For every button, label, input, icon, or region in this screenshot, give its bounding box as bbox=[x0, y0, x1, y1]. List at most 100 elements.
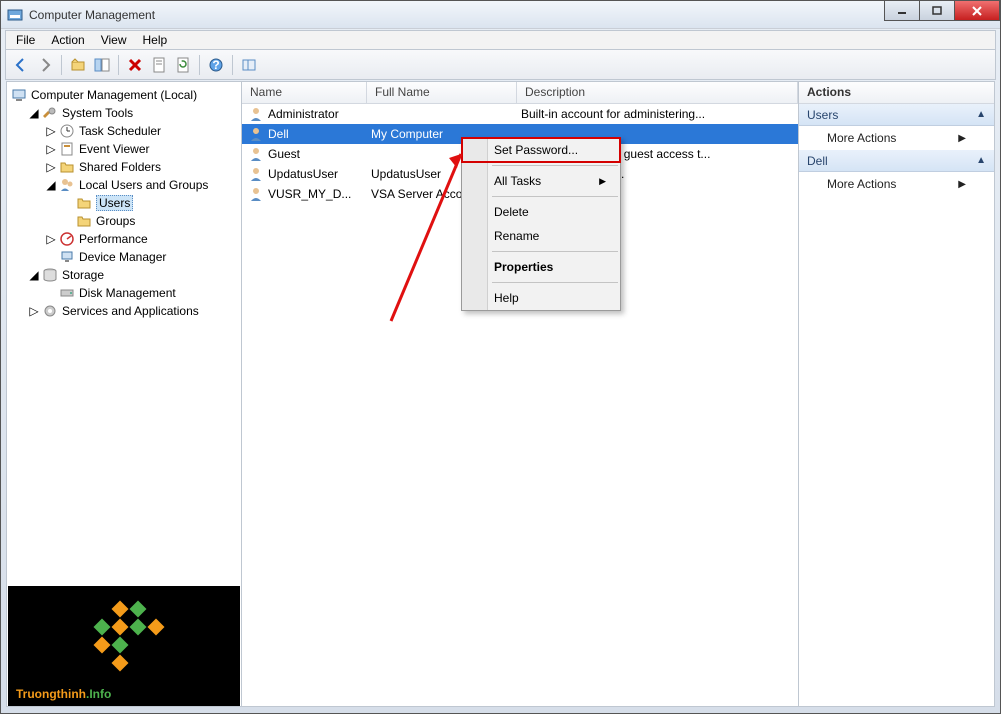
expand-icon[interactable]: ▷ bbox=[45, 125, 57, 137]
cell-name: Administrator bbox=[268, 107, 371, 121]
actions-item-more[interactable]: More Actions ▶ bbox=[799, 126, 994, 150]
tree-local-users-groups[interactable]: ◢Local Users and Groups bbox=[45, 176, 241, 194]
properties-icon[interactable] bbox=[148, 54, 170, 76]
tree-label: Disk Management bbox=[79, 286, 176, 300]
cm-all-tasks[interactable]: All Tasks▶ bbox=[462, 169, 620, 193]
cell-name: Dell bbox=[268, 127, 371, 141]
column-description[interactable]: Description bbox=[517, 82, 798, 103]
tree-label: Task Scheduler bbox=[79, 124, 161, 138]
collapse-icon[interactable]: ◢ bbox=[28, 269, 40, 281]
cm-rename[interactable]: Rename bbox=[462, 224, 620, 248]
menubar: File Action View Help bbox=[5, 30, 996, 50]
expand-icon[interactable]: ▷ bbox=[28, 305, 40, 317]
toolbar-separator bbox=[232, 55, 233, 75]
help-icon[interactable]: ? bbox=[205, 54, 227, 76]
tree-event-viewer[interactable]: ▷Event Viewer bbox=[45, 140, 241, 158]
actions-section-users[interactable]: Users ▲ bbox=[799, 104, 994, 126]
expand-icon[interactable]: ▷ bbox=[45, 143, 57, 155]
tree-shared-folders[interactable]: ▷ Shared Folders bbox=[45, 158, 241, 176]
svg-text:?: ? bbox=[212, 58, 219, 72]
expand-icon[interactable]: ▷ bbox=[45, 161, 57, 173]
view-icon[interactable] bbox=[238, 54, 260, 76]
close-button[interactable] bbox=[954, 1, 1000, 21]
tree-storage[interactable]: ◢Storage bbox=[28, 266, 241, 284]
app-icon bbox=[7, 7, 23, 23]
tree-label: Performance bbox=[79, 232, 148, 246]
context-menu: Set Password... All Tasks▶ Delete Rename… bbox=[461, 137, 621, 311]
cm-delete[interactable]: Delete bbox=[462, 200, 620, 224]
chevron-right-icon: ▶ bbox=[958, 133, 966, 144]
tree-device-manager[interactable]: Device Manager bbox=[45, 248, 241, 266]
window-buttons bbox=[885, 1, 1000, 21]
delete-icon[interactable] bbox=[124, 54, 146, 76]
services-icon bbox=[42, 303, 58, 319]
chevron-up-icon: ▲ bbox=[976, 155, 986, 166]
chevron-up-icon: ▲ bbox=[976, 109, 986, 120]
show-icon[interactable] bbox=[91, 54, 113, 76]
watermark-text: Truongthinh.Info bbox=[16, 678, 232, 704]
refresh-icon[interactable] bbox=[172, 54, 194, 76]
user-icon bbox=[248, 146, 264, 162]
folder-icon bbox=[59, 159, 75, 175]
maximize-button[interactable] bbox=[919, 1, 955, 21]
minimize-button[interactable] bbox=[884, 1, 920, 21]
tree-users[interactable]: Users bbox=[62, 194, 241, 212]
menu-help[interactable]: Help bbox=[137, 31, 174, 49]
collapse-icon[interactable]: ◢ bbox=[28, 107, 40, 119]
context-menu-separator bbox=[492, 165, 618, 166]
tree-label: Computer Management (Local) bbox=[31, 88, 197, 102]
titlebar[interactable]: Computer Management bbox=[1, 1, 1000, 29]
cm-label: All Tasks bbox=[494, 174, 541, 188]
expand-icon[interactable]: ▷ bbox=[45, 233, 57, 245]
tree-label: Shared Folders bbox=[79, 160, 161, 174]
back-icon[interactable] bbox=[10, 54, 32, 76]
tree-system-tools[interactable]: ◢ System Tools bbox=[28, 104, 241, 122]
cm-properties[interactable]: Properties bbox=[462, 255, 620, 279]
cm-label: Help bbox=[494, 291, 519, 305]
menu-view[interactable]: View bbox=[95, 31, 133, 49]
actions-section-dell[interactable]: Dell ▲ bbox=[799, 150, 994, 172]
tree-disk-management[interactable]: Disk Management bbox=[45, 284, 241, 302]
actions-item-more[interactable]: More Actions ▶ bbox=[799, 172, 994, 196]
window-frame: Computer Management File Action View Hel… bbox=[0, 0, 1001, 714]
cm-set-password[interactable]: Set Password... bbox=[462, 138, 620, 162]
list-row[interactable]: Administrator Built-in account for admin… bbox=[242, 104, 798, 124]
tree-groups[interactable]: Groups bbox=[62, 212, 241, 230]
tree-performance[interactable]: ▷ Performance bbox=[45, 230, 241, 248]
clock-icon bbox=[59, 123, 75, 139]
cm-help[interactable]: Help bbox=[462, 286, 620, 310]
cell-name: VUSR_MY_D... bbox=[268, 187, 371, 201]
navigation-tree[interactable]: Computer Management (Local) ◢ System Too… bbox=[7, 86, 241, 320]
menu-file[interactable]: File bbox=[10, 31, 41, 49]
cell-description: Built-in account for administering... bbox=[521, 107, 798, 121]
watermark-logo: Truongthinh.Info bbox=[8, 586, 240, 706]
user-icon bbox=[248, 186, 264, 202]
list-header: Name Full Name Description bbox=[242, 82, 798, 104]
cell-name: Guest bbox=[268, 147, 371, 161]
toolbar-separator bbox=[199, 55, 200, 75]
up-icon[interactable] bbox=[67, 54, 89, 76]
toolbar-separator bbox=[118, 55, 119, 75]
device-icon bbox=[59, 249, 75, 265]
forward-icon[interactable] bbox=[34, 54, 56, 76]
user-icon bbox=[248, 166, 264, 182]
tree-root[interactable]: Computer Management (Local) bbox=[11, 86, 241, 104]
toolbar-separator bbox=[61, 55, 62, 75]
tree-task-scheduler[interactable]: ▷ Task Scheduler bbox=[45, 122, 241, 140]
actions-pane: Actions Users ▲ More Actions ▶ Dell ▲ Mo… bbox=[799, 82, 994, 706]
tree-services-apps[interactable]: ▷Services and Applications bbox=[28, 302, 241, 320]
column-name[interactable]: Name bbox=[242, 82, 367, 103]
computer-icon bbox=[11, 87, 27, 103]
folder-icon bbox=[76, 213, 92, 229]
column-fullname[interactable]: Full Name bbox=[367, 82, 517, 103]
watermark-text1: Truongthinh bbox=[16, 687, 86, 701]
tree-label: Device Manager bbox=[79, 250, 166, 264]
cm-label: Set Password... bbox=[494, 143, 578, 157]
context-menu-separator bbox=[492, 251, 618, 252]
cm-label: Delete bbox=[494, 205, 529, 219]
cm-label: Properties bbox=[494, 260, 553, 274]
list-pane: Name Full Name Description Administrator… bbox=[242, 82, 799, 706]
menu-action[interactable]: Action bbox=[45, 31, 90, 49]
collapse-icon[interactable]: ◢ bbox=[45, 179, 57, 191]
disk-icon bbox=[59, 285, 75, 301]
